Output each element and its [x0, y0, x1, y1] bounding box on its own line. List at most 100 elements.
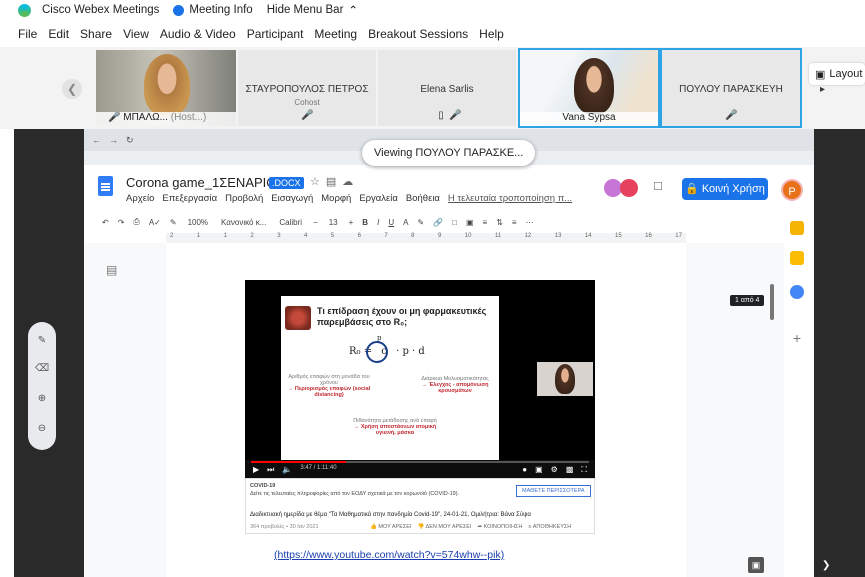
participant-tile-poulou[interactable]: ΠΟΥΛΟΥ ΠΑΡΑΣΚΕΥΗ 🎤	[660, 48, 802, 128]
participant-name: Vana Sypsa	[562, 112, 616, 123]
ruler-mark: 15	[615, 233, 622, 239]
youtube-link[interactable]: (https://www.youtube.com/watch?v=574whw-…	[274, 549, 504, 561]
participant-tile-elena[interactable]: Elena Sarlis ▯ 🎤	[378, 50, 516, 126]
fullscreen-icon[interactable]: ⛶	[581, 465, 587, 475]
viewing-banner: Viewing ΠΟΥΛΟΥ ΠΑΡΑΣΚΕ...	[362, 140, 536, 166]
video-controls-left: ▶ ⏭ 🔈 3:47 / 1:11:40	[253, 465, 337, 475]
menu-share[interactable]: Share	[80, 27, 112, 45]
host-label: 🎤 ΜΠΑΛΩ... (Host...)	[96, 112, 236, 126]
strip-prev-button[interactable]: ❮	[62, 79, 82, 99]
more-icon[interactable]: ⋯	[526, 218, 534, 227]
video-progress-bar[interactable]	[251, 461, 589, 463]
list-icon[interactable]: ≡	[512, 218, 517, 227]
captions-icon[interactable]: ▣	[535, 465, 543, 475]
embedded-video[interactable]: Τι επίδραση έχουν οι μη φαρμακευτικές πα…	[245, 280, 595, 478]
share-video-button[interactable]: ➦ ΚΟΙΝΟΠΟΙΗΣΗ	[477, 524, 522, 530]
docs-menu-view[interactable]: Προβολή	[225, 193, 263, 204]
docs-menu-tools[interactable]: Εργαλεία	[359, 193, 398, 204]
meeting-info-button[interactable]: Meeting Info	[173, 4, 253, 16]
comment-add-icon[interactable]: □	[452, 218, 457, 227]
dislike-button[interactable]: 👎 ΔΕΝ ΜΟΥ ΑΡΕΣΕΙ	[417, 524, 471, 530]
virus-icon	[285, 306, 311, 330]
bold-icon[interactable]: B	[362, 218, 368, 227]
menu-view[interactable]: View	[123, 27, 149, 45]
info-icon	[173, 4, 185, 16]
undo-icon[interactable]: ↶	[102, 218, 109, 227]
learn-more-button[interactable]: ΜΑΘΕΤΕ ΠΕΡΙΣΣΟΤΕΡΑ	[516, 485, 591, 497]
decrease-size-icon[interactable]: −	[313, 218, 318, 227]
save-video-button[interactable]: ≡ ΑΠΟΘΗΚΕΥΣΗ	[528, 524, 571, 530]
annotation-toolbar: ✎ ⌫ ⊕ ⊖	[28, 322, 56, 450]
scrollbar-thumb[interactable]	[770, 284, 774, 320]
last-edit-link[interactable]: Η τελευταία τροποποίηση π...	[448, 193, 572, 204]
menu-file[interactable]: File	[18, 27, 37, 45]
underline-icon[interactable]: U	[388, 218, 394, 227]
like-button[interactable]: 👍 ΜΟΥ ΑΡΕΣΕΙ	[370, 524, 411, 530]
ruler-mark: 3	[277, 233, 281, 239]
hide-menu-button[interactable]: Hide Menu Bar ⌃	[267, 3, 358, 17]
mic-icon: 🎤	[301, 110, 314, 121]
increase-size-icon[interactable]: +	[349, 218, 354, 227]
participant-tile-host[interactable]: 🎤 ΜΠΑΛΩ... (Host...)	[96, 50, 236, 126]
annotate-icon[interactable]: ✎	[35, 334, 49, 348]
menu-edit[interactable]: Edit	[48, 27, 69, 45]
ruler-mark: 1	[196, 233, 201, 239]
star-icon[interactable]: ☆	[310, 175, 320, 188]
add-addon-icon[interactable]: +	[790, 331, 804, 345]
menu-breakout-sessions[interactable]: Breakout Sessions	[368, 27, 468, 45]
eraser-icon[interactable]: ⌫	[35, 362, 49, 376]
redo-icon[interactable]: ↷	[118, 218, 125, 227]
docs-menu-edit[interactable]: Επεξεργασία	[162, 193, 217, 204]
miniplayer-icon[interactable]: ▩	[566, 465, 574, 475]
share-button[interactable]: 🔒 Κοινή Χρήση	[682, 178, 768, 200]
shared-browser-window: ← → ↻ Corona game_1ΣΕΝΑΡΙΟ .DOCX ☆ ▤ ☁ Α…	[84, 129, 814, 577]
duration-text: Διάρκεια Μολυσματικότητας → Έλεγχος - απ…	[417, 376, 493, 394]
participant-name: ΣΤΑΥΡΟΠΟΥΛΟΣ ΠΕΤΡΟΣ	[245, 84, 369, 95]
move-icon[interactable]: ▤	[326, 175, 336, 188]
tasks-check-icon[interactable]	[790, 285, 804, 299]
zoom-in-icon[interactable]: ⊕	[35, 392, 49, 406]
align-icon[interactable]: ≡	[483, 218, 488, 227]
font-select[interactable]: Calibri	[277, 218, 304, 227]
participant-tile-stavropoulos[interactable]: ΣΤΑΥΡΟΠΟΥΛΟΣ ΠΕΤΡΟΣ Cohost 🎤	[238, 50, 376, 126]
font-size-input[interactable]: 13	[327, 218, 340, 227]
menu-participant[interactable]: Participant	[247, 27, 304, 45]
print-icon[interactable]: ⎙	[133, 217, 139, 227]
comment-icon[interactable]: □	[654, 178, 662, 193]
line-spacing-icon[interactable]: ⇅	[496, 218, 503, 227]
volume-icon[interactable]: 🔈	[282, 465, 292, 475]
keep-icon[interactable]	[790, 221, 804, 235]
link-icon[interactable]: 🔗	[433, 218, 443, 227]
spellcheck-icon[interactable]: A✓	[149, 218, 161, 227]
menu-meeting[interactable]: Meeting	[314, 27, 357, 45]
docs-menu-insert[interactable]: Εισαγωγή	[271, 193, 313, 204]
docs-menu-help[interactable]: Βοήθεια	[406, 193, 440, 204]
image-icon[interactable]: ▣	[466, 218, 474, 227]
zoom-out-icon[interactable]: ⊖	[35, 422, 49, 436]
outline-icon[interactable]: ▤	[106, 263, 117, 277]
strip-next-button[interactable]: ▸	[820, 84, 836, 100]
highlight-icon[interactable]: ✎	[417, 218, 424, 227]
autoplay-icon[interactable]: ●	[522, 465, 527, 475]
paint-format-icon[interactable]: ✎	[170, 218, 177, 227]
document-title[interactable]: Corona game_1ΣΕΝΑΡΙΟ	[126, 175, 276, 190]
text-color-icon[interactable]: A	[403, 218, 408, 227]
zoom-select[interactable]: 100%	[186, 218, 210, 227]
docs-menu-file[interactable]: Αρχείο	[126, 193, 154, 204]
next-icon[interactable]: ⏭	[267, 465, 274, 475]
italic-icon[interactable]: I	[377, 218, 379, 227]
video-time: 3:47 / 1:11:40	[300, 465, 337, 471]
tasks-icon[interactable]	[790, 251, 804, 265]
menu-audio-video[interactable]: Audio & Video	[160, 27, 236, 45]
docs-menu-format[interactable]: Μορφή	[321, 193, 351, 204]
panel-expand-icon[interactable]: ❯	[822, 560, 830, 571]
settings-icon[interactable]: ⚙	[551, 465, 558, 475]
host-tag: (Host...)	[170, 112, 207, 123]
menu-help[interactable]: Help	[479, 27, 504, 45]
style-select[interactable]: Κανονικό κ...	[219, 218, 268, 227]
layout-button[interactable]: ▣ Layout	[809, 63, 865, 85]
user-avatar[interactable]: P	[781, 179, 803, 201]
explore-icon[interactable]: ▣	[748, 557, 764, 573]
participant-tile-vana[interactable]: Vana Sypsa	[518, 48, 660, 128]
play-icon[interactable]: ▶	[253, 465, 259, 475]
